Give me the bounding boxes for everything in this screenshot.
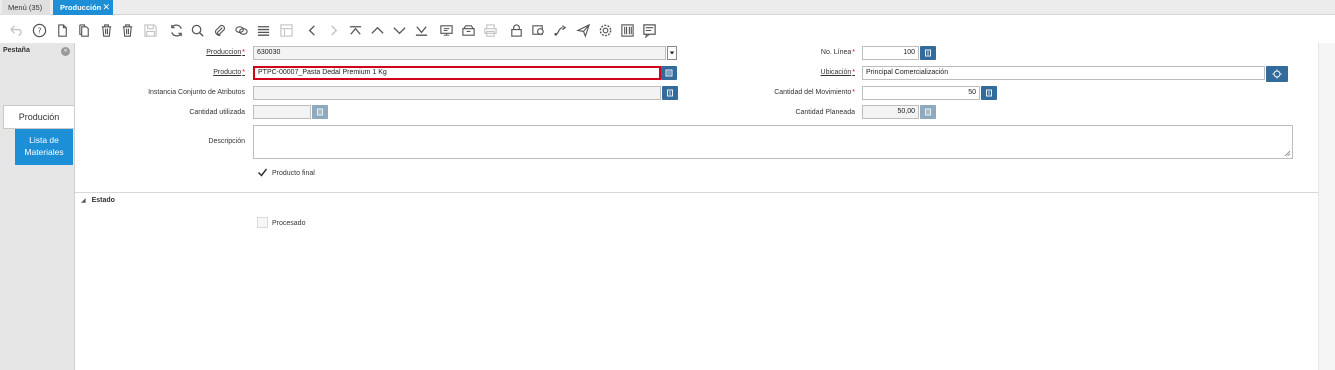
close-tab-icon[interactable]: ✕ xyxy=(102,0,110,15)
cantidad-utilizada-calculator-icon[interactable] xyxy=(312,105,328,119)
cantidad-movimiento-calculator-icon[interactable] xyxy=(981,86,997,100)
tab-produccion[interactable]: Producción ✕ xyxy=(53,0,113,15)
side-tab-lista-de-materiales[interactable]: Lista de Materiales xyxy=(15,129,73,165)
no-linea-field[interactable]: 100 xyxy=(862,46,919,60)
next-record-icon[interactable] xyxy=(324,21,342,39)
product-info-icon[interactable] xyxy=(618,21,636,39)
descripcion-textarea[interactable] xyxy=(253,125,1293,159)
grid-toggle-icon[interactable] xyxy=(254,21,272,39)
ubicacion-locator-button[interactable] xyxy=(1266,66,1288,82)
produccion-dropdown-icon[interactable] xyxy=(667,46,677,60)
collapse-icon[interactable]: « xyxy=(61,47,70,56)
delete-selection-icon[interactable] xyxy=(118,21,136,39)
chat-icon[interactable] xyxy=(232,21,250,39)
cantidad-planeada-label: Cantidad Planeada xyxy=(795,109,855,116)
procesado-checkbox[interactable] xyxy=(257,217,268,228)
delete-icon[interactable] xyxy=(97,21,115,39)
new-record-icon[interactable] xyxy=(53,21,71,39)
instancia-label: Instancia Conjunto de Atributos xyxy=(148,89,245,96)
toolbar: ? xyxy=(0,17,1335,43)
producto-search-button[interactable] xyxy=(661,66,677,80)
section-divider xyxy=(75,192,1318,193)
archive-icon[interactable] xyxy=(459,21,477,39)
produccion-label: Produccion xyxy=(135,49,245,56)
request-icon[interactable] xyxy=(640,21,658,39)
instancia-field[interactable] xyxy=(253,86,661,100)
producto-label: Producto xyxy=(135,69,245,76)
save-icon[interactable] xyxy=(141,21,159,39)
ubicacion-field[interactable]: Principal Comercialización xyxy=(862,66,1265,80)
svg-text:?: ? xyxy=(37,26,41,35)
print-icon[interactable] xyxy=(481,21,499,39)
help-icon[interactable]: ? xyxy=(30,21,48,39)
send-icon[interactable] xyxy=(574,21,592,39)
estado-section-header[interactable]: ◢ Estado xyxy=(81,197,115,204)
copy-record-icon[interactable] xyxy=(75,21,93,39)
producto-field[interactable]: PTPC-00007_Pasta Dedal Premium 1 Kg xyxy=(253,66,661,80)
cantidad-movimiento-label: Cantidad del Movimiento xyxy=(735,89,855,96)
refresh-icon[interactable] xyxy=(167,21,185,39)
side-panel-title: Pestaña xyxy=(3,47,30,54)
estado-section-title: Estado xyxy=(91,197,115,204)
cantidad-utilizada-label: Cantidad utilizada xyxy=(189,109,245,116)
lock-icon[interactable] xyxy=(507,21,525,39)
side-tab-produccion[interactable]: Produción xyxy=(3,105,74,129)
cantidad-planeada-calculator-icon[interactable] xyxy=(920,105,936,119)
process-icon[interactable] xyxy=(596,21,614,39)
record-form: Produccion 630030 Producto PTPC-00007_Pa… xyxy=(75,43,1318,370)
resize-handle-icon[interactable] xyxy=(1284,150,1291,157)
instancia-button[interactable] xyxy=(662,86,678,100)
procesado-label: Procesado xyxy=(272,220,306,227)
workflow-icon[interactable] xyxy=(551,21,569,39)
first-record-icon[interactable] xyxy=(346,21,364,39)
no-linea-calculator-icon[interactable] xyxy=(920,46,936,60)
cantidad-movimiento-field[interactable]: 50 xyxy=(862,86,980,100)
no-linea-label: No. Línea xyxy=(735,49,855,56)
cantidad-utilizada-field[interactable] xyxy=(253,105,311,119)
ubicacion-label: Ubicación xyxy=(735,69,855,76)
parent-record-icon[interactable] xyxy=(368,21,386,39)
window-tab-bar: Menú (35) Producción ✕ xyxy=(0,0,1335,15)
producto-final-checkbox[interactable] xyxy=(257,167,268,178)
last-record-icon[interactable] xyxy=(412,21,430,39)
tab-menu[interactable]: Menú (35) xyxy=(2,0,50,15)
find-icon[interactable] xyxy=(188,21,206,39)
cantidad-planeada-field[interactable]: 50,00 xyxy=(862,105,919,119)
zoom-across-icon[interactable] xyxy=(529,21,547,39)
producto-final-label: Producto final xyxy=(272,170,315,177)
descripcion-label: Descripción xyxy=(208,138,245,145)
collapse-triangle-icon: ◢ xyxy=(81,198,86,204)
side-tab-panel: Pestaña « Produción Lista de Materiales xyxy=(0,43,75,370)
previous-record-icon[interactable] xyxy=(303,21,321,39)
undo-icon[interactable] xyxy=(6,21,24,39)
produccion-field[interactable]: 630030 xyxy=(253,46,666,60)
next-down-icon[interactable] xyxy=(390,21,408,39)
detail-icon[interactable] xyxy=(277,21,295,39)
attachment-icon[interactable] xyxy=(210,21,228,39)
report-icon[interactable] xyxy=(437,21,455,39)
vertical-scrollbar[interactable] xyxy=(1318,43,1335,370)
tab-produccion-label: Producción xyxy=(60,3,102,12)
